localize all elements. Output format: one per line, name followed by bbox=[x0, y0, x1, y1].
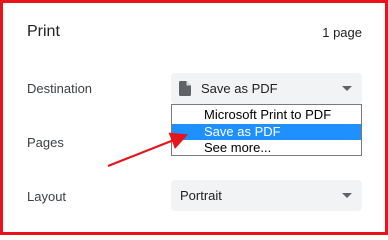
destination-dropdown: Microsoft Print to PDF Save as PDF See m… bbox=[171, 104, 362, 156]
layout-select[interactable]: Portrait bbox=[171, 180, 362, 211]
chevron-down-icon bbox=[342, 86, 352, 91]
destination-select[interactable]: Save as PDF bbox=[171, 73, 362, 104]
option-see-more[interactable]: See more... bbox=[172, 140, 361, 156]
pages-label: Pages bbox=[27, 135, 64, 150]
destination-label: Destination bbox=[27, 81, 93, 96]
page-title: Print bbox=[27, 23, 60, 40]
page-count: 1 page bbox=[322, 25, 362, 40]
destination-value: Save as PDF bbox=[201, 81, 278, 96]
option-save-as-pdf[interactable]: Save as PDF bbox=[172, 124, 361, 140]
document-icon bbox=[179, 81, 191, 96]
chevron-down-icon bbox=[342, 193, 352, 198]
layout-label: Layout bbox=[27, 189, 67, 204]
option-microsoft-print-to-pdf[interactable]: Microsoft Print to PDF bbox=[172, 107, 361, 123]
layout-value: Portrait bbox=[180, 188, 222, 203]
